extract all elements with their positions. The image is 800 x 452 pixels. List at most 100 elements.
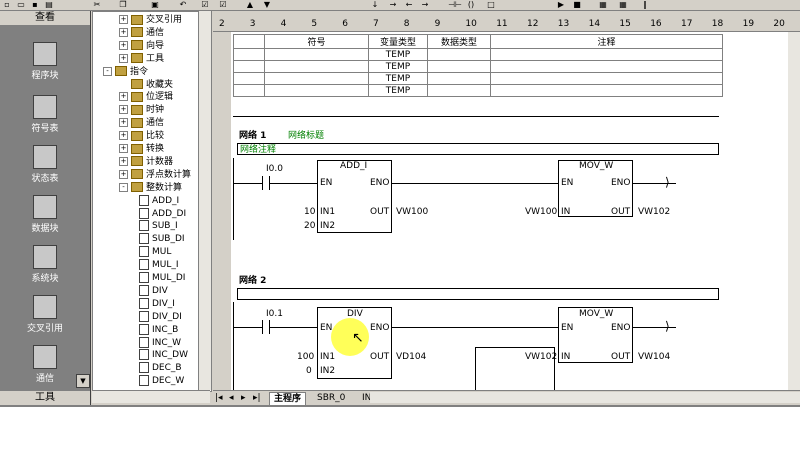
- tree-item[interactable]: ADD_DI: [139, 207, 186, 221]
- copy-icon[interactable]: ❐: [118, 0, 128, 9]
- var-table-cell[interactable]: [233, 72, 265, 85]
- expand-icon[interactable]: +: [119, 169, 128, 179]
- tree-item[interactable]: MUL_DI: [139, 272, 185, 285]
- tree-item[interactable]: MUL_I: [139, 259, 179, 272]
- tree-item[interactable]: DEC_W: [139, 375, 184, 388]
- tree-item[interactable]: - 整数计算: [119, 182, 182, 195]
- contact-i01[interactable]: [262, 320, 270, 334]
- tree-item[interactable]: - 指令: [103, 66, 148, 79]
- tab-prev-icon[interactable]: ◂: [229, 393, 234, 403]
- tab-last-icon[interactable]: ▸|: [253, 393, 261, 403]
- arrow-left-icon[interactable]: ←: [404, 0, 414, 9]
- var-table-row[interactable]: TEMP: [233, 60, 723, 73]
- expand-icon[interactable]: +: [119, 156, 128, 166]
- div-out-value[interactable]: VD104: [396, 352, 426, 362]
- editor-hscrollbar[interactable]: [370, 392, 800, 403]
- network-1-comment[interactable]: 网络注释: [237, 143, 719, 155]
- var-table-cell[interactable]: TEMP: [368, 84, 428, 97]
- pause-icon[interactable]: ‖: [640, 0, 650, 9]
- var-table-cell[interactable]: [264, 72, 369, 85]
- coil-insert-icon[interactable]: (): [466, 0, 476, 9]
- tree-item[interactable]: DIV: [139, 284, 168, 298]
- mov-w-2-in-value[interactable]: VW102: [525, 352, 557, 362]
- tree-item[interactable]: + 比较: [119, 130, 164, 143]
- open-folder-icon[interactable]: ▭: [16, 0, 26, 9]
- var-table-cell[interactable]: [233, 48, 265, 61]
- mov-w-in-value[interactable]: VW100: [525, 207, 557, 217]
- tab-sbr-0[interactable]: SBR_0: [313, 392, 349, 404]
- upload-icon[interactable]: ▲: [245, 0, 255, 9]
- network-2-comment[interactable]: [237, 288, 719, 300]
- nav-item-0[interactable]: 程序块: [0, 42, 90, 81]
- new-file-icon[interactable]: ▫: [2, 0, 12, 9]
- nav-item-1[interactable]: 符号表: [0, 95, 90, 134]
- var-table-cell[interactable]: TEMP: [368, 48, 428, 61]
- tree-item[interactable]: INC_W: [139, 336, 181, 350]
- expand-icon[interactable]: +: [119, 40, 128, 50]
- tree-item[interactable]: + 计数器: [119, 156, 173, 169]
- tree-item[interactable]: + 工具: [119, 53, 164, 66]
- tree-item[interactable]: + 转换: [119, 143, 164, 156]
- add-i-in2-value[interactable]: 20: [304, 221, 315, 231]
- collapse-icon[interactable]: -: [119, 182, 128, 192]
- tree-item[interactable]: INC_DW: [139, 349, 188, 362]
- var-table-cell[interactable]: [427, 72, 491, 85]
- paste-icon[interactable]: ▣: [150, 0, 160, 9]
- compile-icon[interactable]: ☑: [200, 0, 210, 9]
- save-icon[interactable]: ▪: [30, 0, 40, 9]
- tab-first-icon[interactable]: |◂: [215, 393, 223, 403]
- cut-icon[interactable]: ✂: [92, 0, 102, 9]
- nav-item-2[interactable]: 状态表: [0, 145, 90, 184]
- var-table-cell[interactable]: [490, 72, 723, 85]
- expand-icon[interactable]: +: [119, 105, 128, 115]
- expand-icon[interactable]: +: [119, 15, 128, 24]
- var-table-row[interactable]: TEMP: [233, 48, 723, 61]
- var-table-cell[interactable]: TEMP: [368, 60, 428, 73]
- tree-item[interactable]: + 位逻辑: [119, 91, 173, 104]
- nav-item-3[interactable]: 数据块: [0, 195, 90, 234]
- local-variable-table[interactable]: 符号 变量类型 数据类型 注释 TEMP TEMP TEMP TEMP: [233, 34, 723, 97]
- var-table-cell[interactable]: [264, 84, 369, 97]
- box-insert-icon[interactable]: □: [486, 0, 496, 9]
- tree-item[interactable]: DIV_DI: [139, 310, 182, 324]
- collapse-icon[interactable]: -: [103, 66, 112, 76]
- tab-next-icon[interactable]: ▸: [241, 393, 246, 403]
- tree-item[interactable]: + 通信: [119, 117, 164, 130]
- var-table-cell[interactable]: TEMP: [368, 72, 428, 85]
- stop-icon[interactable]: ■: [572, 0, 582, 9]
- var-table-cell[interactable]: [490, 84, 723, 97]
- tree-item[interactable]: MUL: [139, 246, 171, 259]
- div-in1-value[interactable]: 100: [297, 352, 314, 362]
- expand-icon[interactable]: +: [119, 53, 128, 63]
- status-chart-icon[interactable]: ▦: [618, 0, 628, 9]
- tree-item[interactable]: DIV_I: [139, 297, 175, 311]
- var-table-cell[interactable]: [490, 48, 723, 61]
- print-icon[interactable]: ▤: [44, 0, 54, 9]
- add-i-out-value[interactable]: VW100: [396, 207, 428, 217]
- tree-item[interactable]: + 时钟: [119, 104, 164, 117]
- tree-item[interactable]: ADD_I: [139, 194, 179, 208]
- expand-icon[interactable]: +: [119, 144, 128, 153]
- arrow-right-icon[interactable]: →: [420, 0, 430, 9]
- contact-i00[interactable]: [262, 176, 270, 190]
- var-table-cell[interactable]: [233, 60, 265, 73]
- mov-w-out-value[interactable]: VW102: [638, 207, 670, 217]
- instruction-tree-hscrollbar[interactable]: [92, 390, 210, 403]
- tree-item[interactable]: SUB_DI: [139, 233, 185, 246]
- add-i-in1-value[interactable]: 10: [304, 207, 315, 217]
- navigation-scroll-down-button[interactable]: ▼: [76, 374, 90, 388]
- var-table-cell[interactable]: [427, 84, 491, 97]
- tree-item[interactable]: 收藏夹: [119, 79, 173, 92]
- var-table-cell[interactable]: [490, 60, 723, 73]
- expand-icon[interactable]: +: [119, 92, 128, 102]
- tab-main-program[interactable]: 主程序: [269, 392, 307, 406]
- var-table-row[interactable]: TEMP: [233, 72, 723, 85]
- compile-all-icon[interactable]: ☑: [218, 0, 228, 9]
- tree-item[interactable]: + 交叉引用: [119, 14, 182, 27]
- nav-item-5[interactable]: 交叉引用: [0, 295, 90, 334]
- tree-item[interactable]: DEC_B: [139, 362, 182, 375]
- nav-item-4[interactable]: 系统块: [0, 245, 90, 284]
- contact-insert-icon[interactable]: ⊣⊢: [448, 0, 462, 9]
- mov-w-2-out-value[interactable]: VW104: [638, 352, 670, 362]
- var-table-cell[interactable]: [427, 48, 491, 61]
